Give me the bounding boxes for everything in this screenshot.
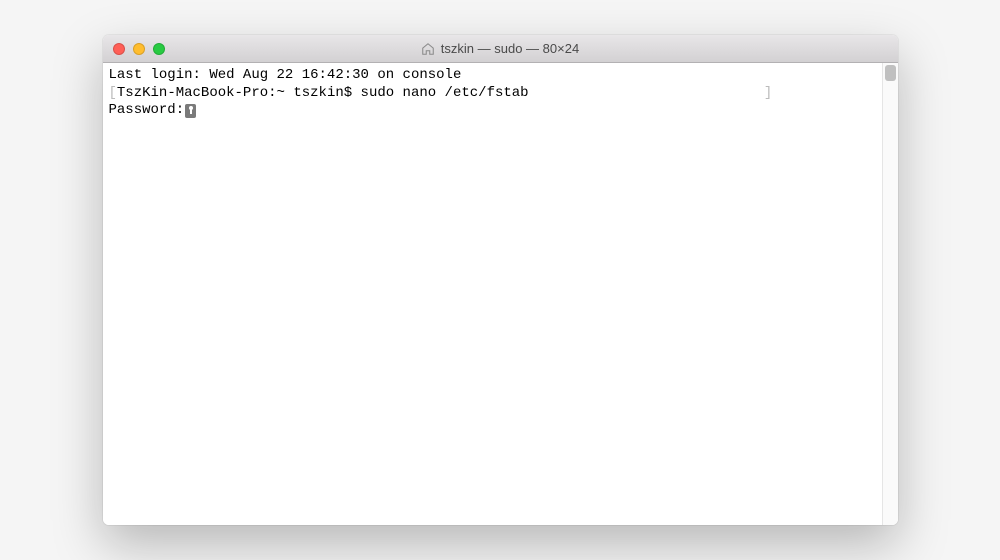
maximize-button[interactable] xyxy=(153,43,165,55)
prompt-line: [TszKin-MacBook-Pro:~ tszkin$ sudo nano … xyxy=(109,85,876,103)
scrollbar-thumb[interactable] xyxy=(885,65,896,81)
terminal-body: Last login: Wed Aug 22 16:42:30 on conso… xyxy=(103,63,898,525)
command-text: sudo nano /etc/fstab xyxy=(361,85,529,101)
terminal-content[interactable]: Last login: Wed Aug 22 16:42:30 on conso… xyxy=(103,63,882,525)
window-title-text: tszkin — sudo — 80×24 xyxy=(441,41,579,56)
traffic-lights xyxy=(103,43,165,55)
window-title: tszkin — sudo — 80×24 xyxy=(421,41,579,56)
title-bar[interactable]: tszkin — sudo — 80×24 xyxy=(103,35,898,63)
home-icon xyxy=(421,42,435,56)
key-icon xyxy=(185,104,196,118)
last-login-line: Last login: Wed Aug 22 16:42:30 on conso… xyxy=(109,67,876,85)
password-line: Password: xyxy=(109,102,876,120)
prompt-host: TszKin-MacBook-Pro:~ tszkin$ xyxy=(117,85,361,101)
prompt-right-bracket: ] xyxy=(764,85,772,101)
scrollbar-track[interactable] xyxy=(882,63,898,525)
terminal-window: tszkin — sudo — 80×24 Last login: Wed Au… xyxy=(103,35,898,525)
close-button[interactable] xyxy=(113,43,125,55)
minimize-button[interactable] xyxy=(133,43,145,55)
prompt-left-bracket: [ xyxy=(109,85,117,101)
password-label: Password: xyxy=(109,102,185,118)
